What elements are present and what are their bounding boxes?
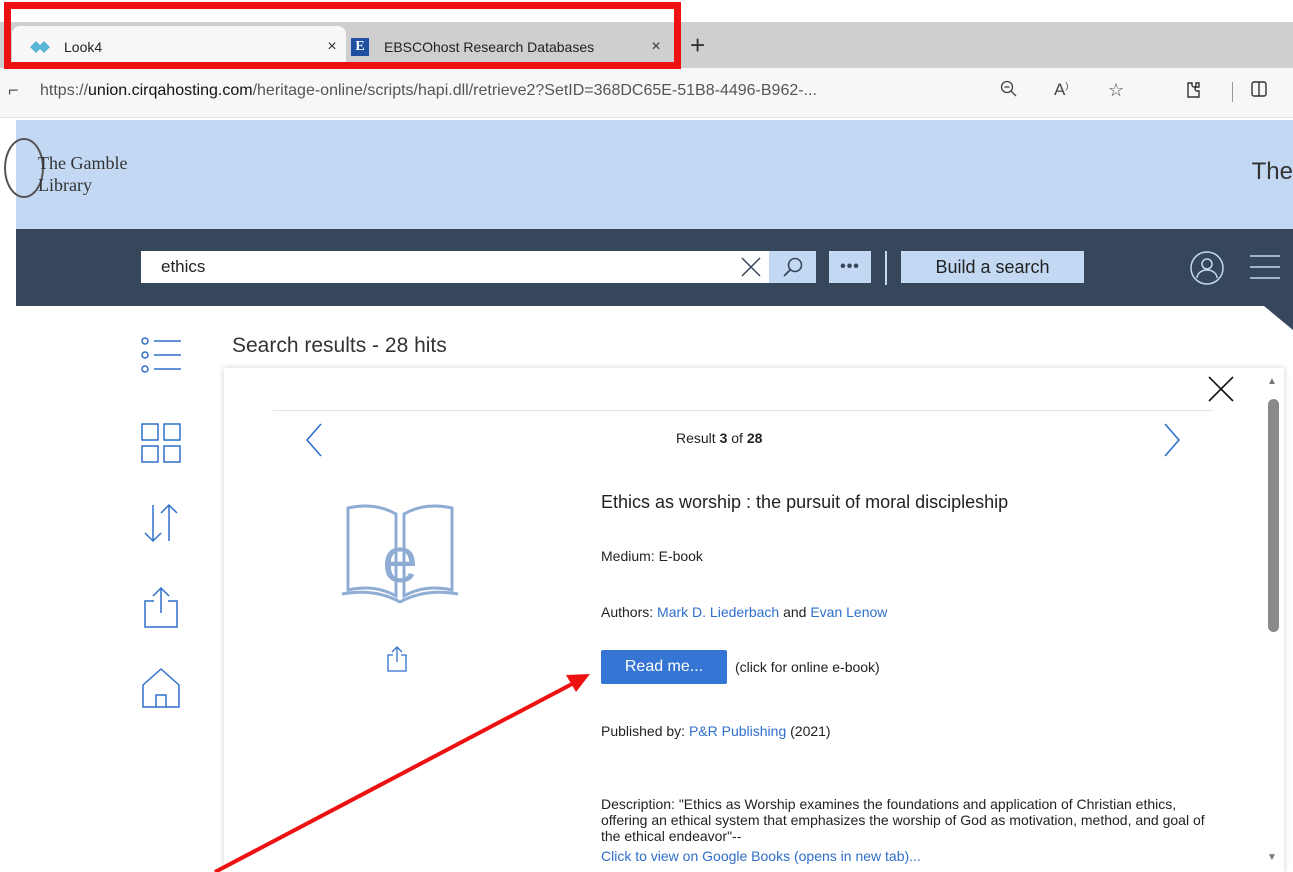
hamburger-menu-icon[interactable] (1248, 252, 1282, 287)
scroll-up-icon[interactable]: ▲ (1267, 376, 1277, 387)
extensions-icon[interactable] (1182, 80, 1202, 105)
next-result-icon[interactable] (1162, 422, 1182, 463)
tab-title: Look4 (64, 39, 103, 55)
google-books-link[interactable]: Click to view on Google Books (opens in … (601, 848, 921, 864)
list-view-icon[interactable] (138, 332, 184, 378)
ebsco-favicon-icon: E (350, 37, 370, 57)
header-title-cut: The (1251, 158, 1293, 185)
tab-title: EBSCOhost Research Databases (384, 39, 595, 55)
more-options-button[interactable]: ••• (829, 251, 871, 283)
record-title: Ethics as worship : the pursuit of moral… (601, 492, 1009, 512)
screen: Look4 × E EBSCOhost Research Databases ×… (0, 0, 1293, 872)
record-description: Description: "Ethics as Worship examines… (601, 796, 1205, 844)
sort-icon[interactable] (138, 500, 184, 546)
url-field[interactable]: https://union.cirqahosting.com/heritage-… (40, 82, 817, 100)
author-link[interactable]: Mark D. Liederbach (657, 604, 779, 620)
ebook-cover-icon: e (340, 502, 460, 609)
scroll-down-icon[interactable]: ▼ (1267, 852, 1277, 863)
zoom-out-icon[interactable] (1000, 80, 1018, 103)
browser-tab-strip: Look4 × E EBSCOhost Research Databases ×… (0, 22, 1293, 68)
library-logo[interactable]: The Gamble Library (38, 152, 127, 196)
search-icon (782, 257, 802, 277)
search-button[interactable] (769, 251, 816, 283)
tab-look4[interactable]: Look4 × (12, 26, 346, 68)
close-panel-icon[interactable] (1206, 374, 1236, 409)
previous-result-icon[interactable] (304, 422, 324, 463)
share-record-icon[interactable] (385, 645, 409, 678)
svg-text:e: e (382, 524, 418, 596)
address-bar: ⌐ https://union.cirqahosting.com/heritag… (0, 68, 1293, 118)
author-link[interactable]: Evan Lenow (810, 604, 887, 620)
tab-ebscohost[interactable]: E EBSCOhost Research Databases × (350, 26, 670, 68)
record-publisher: Published by: P&R Publishing (2021) (601, 723, 831, 739)
results-heading: Search results - 28 hits (232, 334, 447, 357)
read-me-button[interactable]: Read me... (601, 650, 727, 684)
divider (885, 251, 887, 285)
scrollbar-thumb[interactable] (1268, 399, 1279, 632)
tab-close-icon[interactable]: × (642, 38, 670, 56)
favorite-star-icon[interactable]: ☆ (1108, 80, 1124, 101)
search-input[interactable]: ethics (141, 251, 769, 283)
site-header: The Gamble Library The (4, 120, 1293, 229)
build-search-button[interactable]: Build a search (901, 251, 1084, 283)
tab-close-icon[interactable]: × (318, 38, 346, 56)
look4-favicon-icon (30, 37, 50, 57)
share-icon[interactable] (138, 584, 184, 630)
home-icon[interactable] (138, 664, 184, 710)
sidebar-toggle-icon[interactable]: ⌐ (8, 80, 19, 101)
publisher-link[interactable]: P&R Publishing (689, 723, 786, 739)
record-authors: Authors: Mark D. Liederbach and Evan Len… (601, 604, 888, 620)
result-counter: Result 3 of 28 (676, 430, 763, 446)
new-tab-button[interactable]: + (690, 30, 705, 61)
divider (1232, 82, 1233, 102)
user-account-icon[interactable] (1188, 249, 1226, 292)
read-aloud-icon[interactable]: A) (1054, 80, 1068, 100)
split-screen-icon[interactable] (1250, 80, 1268, 103)
grid-view-icon[interactable] (138, 420, 184, 466)
read-note: (click for online e-book) (735, 659, 880, 675)
divider (273, 410, 1213, 411)
clear-search-icon[interactable] (736, 253, 766, 281)
dropdown-notch-icon (1264, 306, 1293, 330)
record-medium: Medium: E-book (601, 548, 703, 564)
